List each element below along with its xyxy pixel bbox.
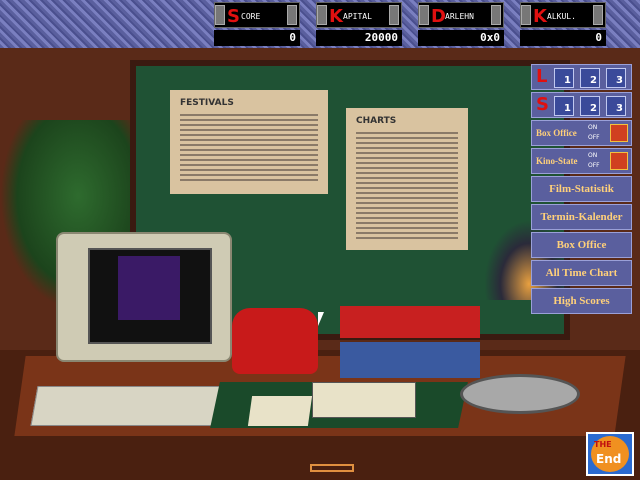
kino-state-toggle[interactable]: Kino-State ON OFF [531, 148, 632, 174]
drawer-handle[interactable] [310, 464, 354, 472]
kapital-panel: K APITAL 20000 [316, 2, 402, 46]
blue-binder [340, 342, 480, 378]
knob-left [317, 5, 327, 25]
poster-title: CHARTS [356, 116, 397, 126]
load-slot-1-disk-icon[interactable]: 1 [554, 68, 574, 88]
load-label: L [536, 66, 548, 87]
knob-left [419, 5, 429, 25]
knob-right [287, 5, 297, 25]
keyboard [30, 386, 224, 426]
binders[interactable] [340, 306, 480, 378]
load-slot-2-disk-icon[interactable]: 2 [580, 68, 600, 88]
kapital-label: APITAL [343, 12, 372, 21]
darlehn-label: ARLEHN [445, 12, 474, 21]
off-label: OFF [588, 162, 600, 169]
box-office-toggle-label: Box Office [536, 128, 577, 138]
the-end-label-bottom: End [596, 452, 622, 466]
save-slot-1-disk-icon[interactable]: 1 [554, 96, 574, 116]
kino-state-toggle-label: Kino-State [536, 156, 578, 166]
kalkul-initial: K [533, 6, 547, 27]
score-initial: S [227, 6, 240, 27]
game-screen: S CORE 0 K APITAL 20000 D ARLEHN 0x0 K A… [0, 0, 640, 480]
save-slot-3-disk-icon[interactable]: 3 [606, 96, 626, 116]
kalkul-label: ALKUL. [547, 12, 576, 21]
load-row: L 1 2 3 [531, 64, 632, 90]
switch-icon[interactable] [610, 152, 628, 170]
telephone[interactable] [232, 308, 318, 374]
mouse-cursor-icon [318, 312, 324, 326]
high-scores-button[interactable]: High Scores [531, 288, 632, 314]
status-bar: S CORE 0 K APITAL 20000 D ARLEHN 0x0 K A… [0, 0, 640, 48]
screen-window [118, 256, 180, 320]
kapital-value: 20000 [316, 30, 402, 46]
knob-right [389, 5, 399, 25]
kalkul-value: 0 [520, 30, 606, 46]
red-binder [340, 306, 480, 338]
save-label: S [536, 94, 549, 115]
knob-left [521, 5, 531, 25]
save-slot-2-disk-icon[interactable]: 2 [580, 96, 600, 116]
box-office-toggle[interactable]: Box Office ON OFF [531, 120, 632, 146]
knob-left [215, 5, 225, 25]
darlehn-value: 0x0 [418, 30, 504, 46]
save-row: S 1 2 3 [531, 92, 632, 118]
load-slot-3-disk-icon[interactable]: 3 [606, 68, 626, 88]
termin-kalender-button[interactable]: Termin-Kalender [531, 204, 632, 230]
all-time-chart-button[interactable]: All Time Chart [531, 260, 632, 286]
film-statistik-button[interactable]: Film-Statistik [531, 176, 632, 202]
switch-icon[interactable] [610, 124, 628, 142]
notepaper[interactable] [247, 396, 313, 426]
open-book[interactable] [312, 382, 416, 418]
the-end-button[interactable]: THE End [586, 432, 634, 476]
festivals-poster[interactable]: FESTIVALS [170, 90, 328, 194]
off-label: OFF [588, 134, 600, 141]
darlehn-initial: D [431, 6, 446, 27]
side-menu: L 1 2 3 S 1 2 3 Box Office ON OFF Kino-St… [531, 64, 632, 316]
knob-right [491, 5, 501, 25]
kapital-initial: K [329, 6, 343, 27]
on-label: ON [588, 124, 598, 131]
charts-poster[interactable]: CHARTS [346, 108, 468, 250]
kalkul-panel: K ALKUL. 0 [520, 2, 606, 46]
film-reel[interactable] [460, 374, 580, 414]
score-panel: S CORE 0 [214, 2, 300, 46]
score-label: CORE [241, 12, 261, 21]
on-label: ON [588, 152, 598, 159]
the-end-label-top: THE [594, 440, 612, 449]
box-office-button[interactable]: Box Office [531, 232, 632, 258]
computer[interactable] [56, 232, 232, 362]
darlehn-panel: D ARLEHN 0x0 [418, 2, 504, 46]
score-value: 0 [214, 30, 300, 46]
poster-title: FESTIVALS [180, 98, 234, 108]
knob-right [593, 5, 603, 25]
